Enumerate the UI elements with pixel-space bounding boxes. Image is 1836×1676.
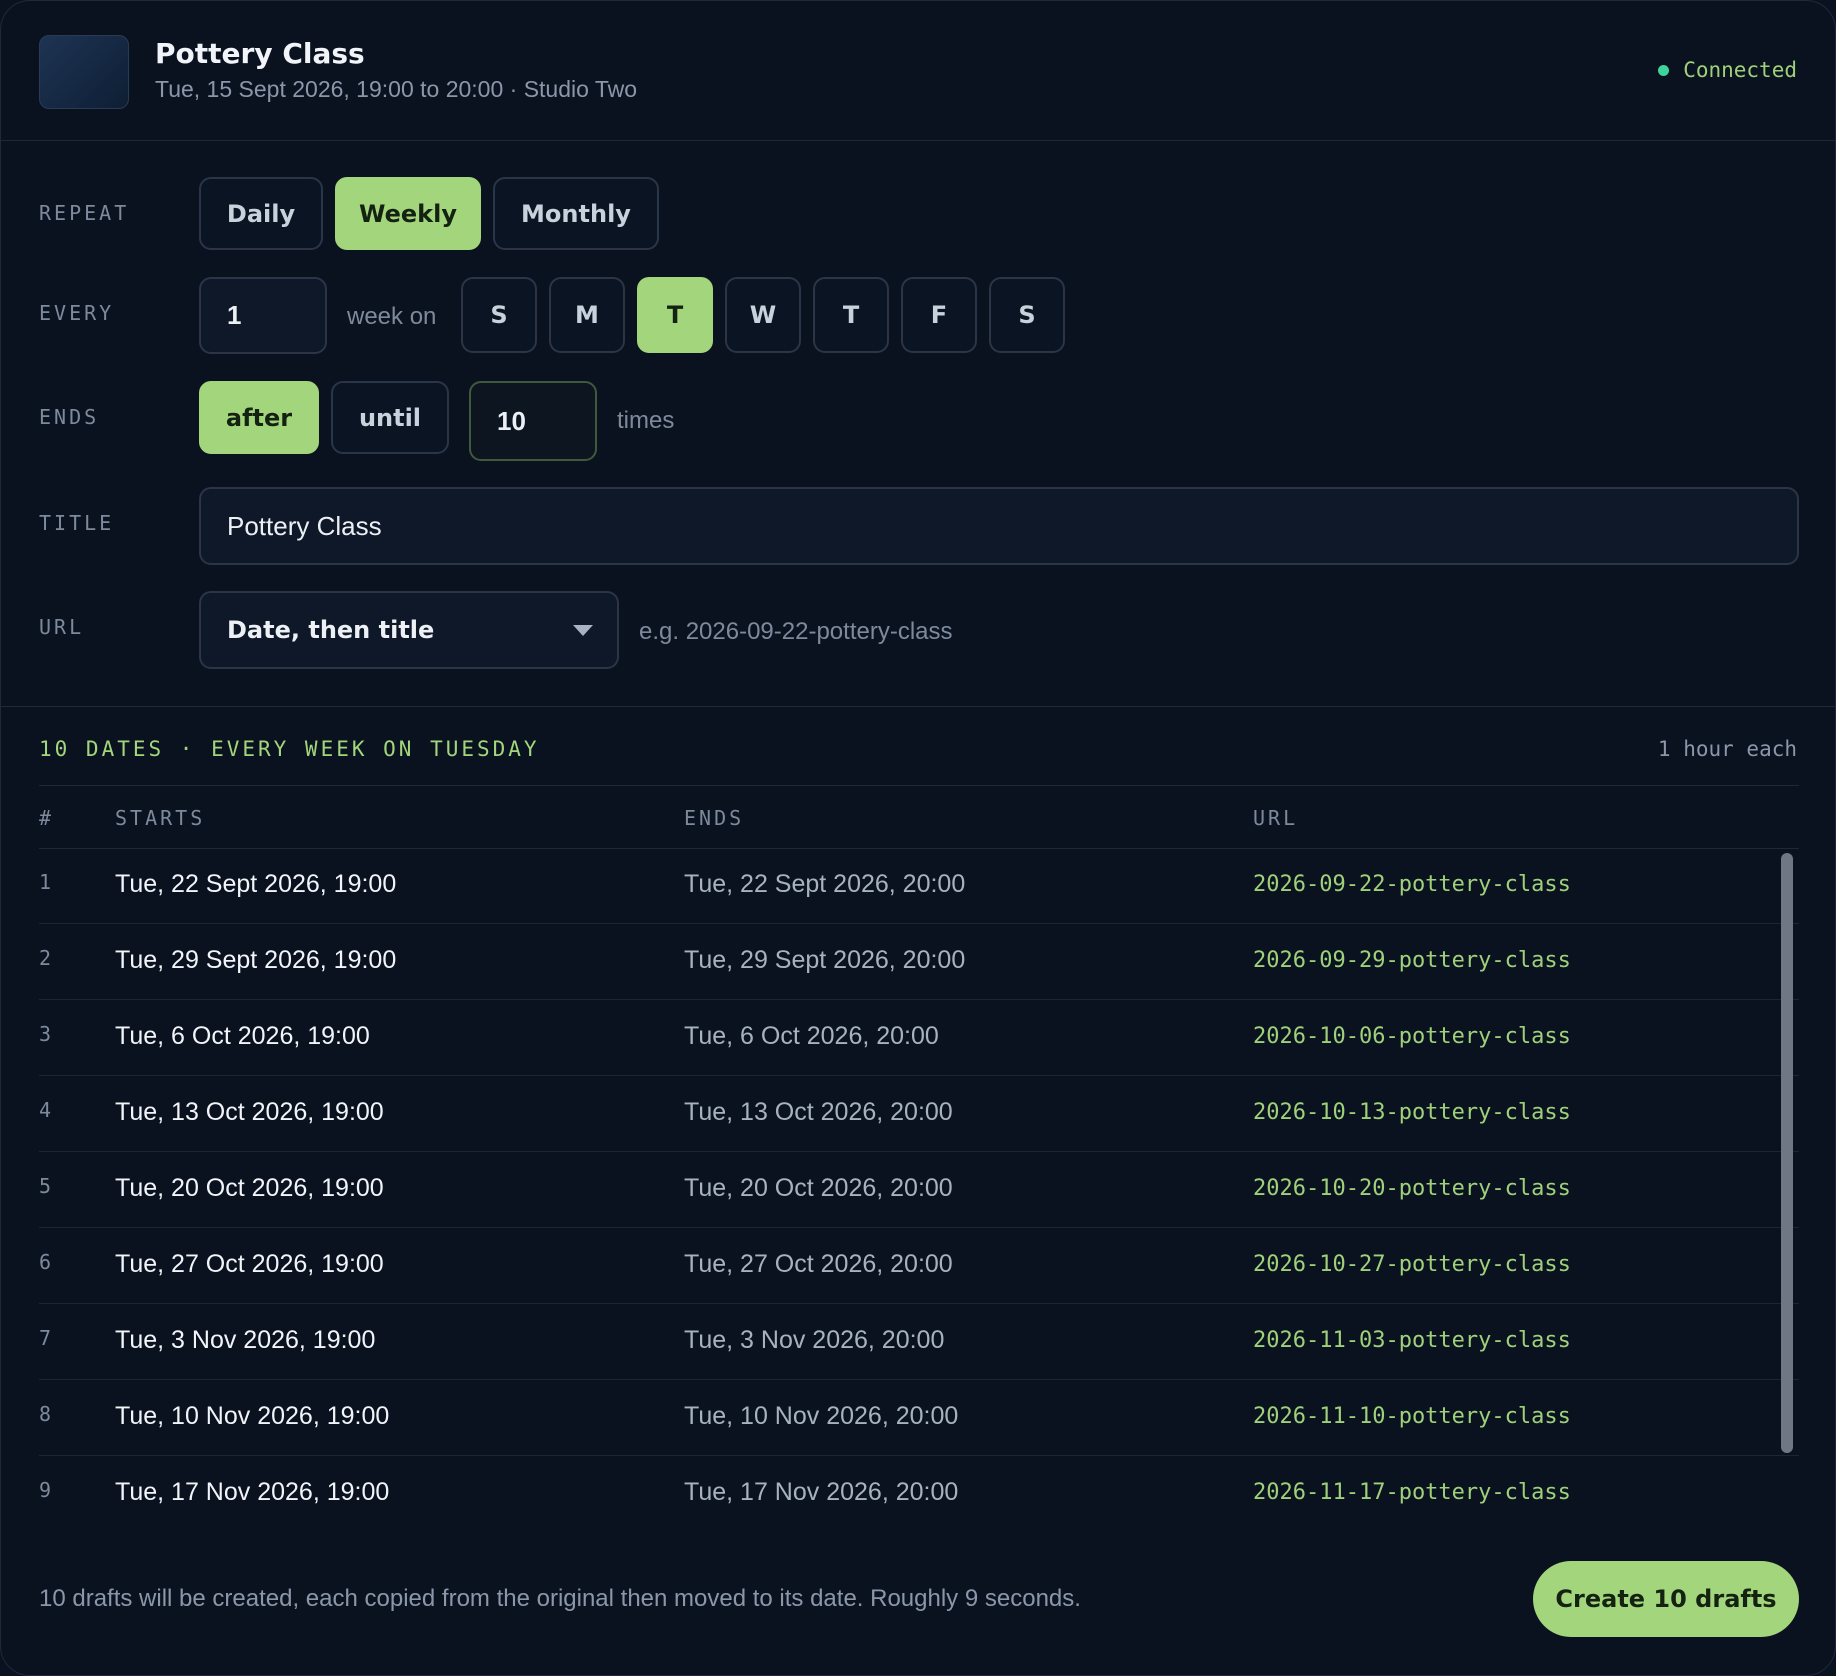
row-number: 4 [39,1098,52,1122]
day-tuesday-button[interactable]: T [637,277,713,353]
row-number: 6 [39,1250,52,1274]
event-subtitle: Tue, 15 Sept 2026, 19:00 to 20:00 · Stud… [155,76,638,102]
day-thursday-button[interactable]: T [813,277,889,353]
row-url: 2026-10-20-pottery-class [1253,1176,1571,1201]
row-start: Tue, 22 Sept 2026, 19:00 [115,870,397,898]
occurrence-suffix: times [617,407,675,434]
url-label: URL [39,615,85,639]
every-label: EVERY [39,301,115,325]
chevron-down-icon [573,625,593,636]
row-url: 2026-11-03-pottery-class [1253,1328,1571,1353]
footer-note: 10 drafts will be created, each copied f… [39,1585,1081,1612]
row-number: 7 [39,1326,52,1350]
row-start: Tue, 6 Oct 2026, 19:00 [115,1022,370,1050]
table-header: # STARTS ENDS URL [39,785,1799,849]
row-number: 5 [39,1174,52,1198]
ends-label: ENDS [39,405,100,429]
ends-after-button[interactable]: after [199,381,319,454]
col-header-ends: ENDS [684,806,745,830]
row-url: 2026-10-13-pottery-class [1253,1100,1571,1125]
ends-until-button[interactable]: until [331,381,449,454]
day-monday-button[interactable]: M [549,277,625,353]
duration-summary: 1 hour each [1657,737,1797,761]
table-row: 6 Tue, 27 Oct 2026, 19:00 Tue, 27 Oct 20… [39,1228,1799,1304]
table-row: 3 Tue, 6 Oct 2026, 19:00 Tue, 6 Oct 2026… [39,1000,1799,1076]
day-wednesday-button[interactable]: W [725,277,801,353]
row-number: 9 [39,1478,52,1502]
url-format-value: Date, then title [227,616,435,644]
event-thumbnail [39,35,129,109]
row-end: Tue, 13 Oct 2026, 20:00 [684,1098,953,1126]
row-start: Tue, 13 Oct 2026, 19:00 [115,1098,384,1126]
row-url: 2026-09-29-pottery-class [1253,948,1571,973]
section-divider [1,706,1835,707]
row-url: 2026-10-06-pottery-class [1253,1024,1571,1049]
repeat-monthly-button[interactable]: Monthly [493,177,659,250]
table-row: 5 Tue, 20 Oct 2026, 19:00 Tue, 20 Oct 20… [39,1152,1799,1228]
row-number: 2 [39,946,52,970]
table-row: 2 Tue, 29 Sept 2026, 19:00 Tue, 29 Sept … [39,924,1799,1000]
row-end: Tue, 17 Nov 2026, 20:00 [684,1478,959,1506]
table-row: 7 Tue, 3 Nov 2026, 19:00 Tue, 3 Nov 2026… [39,1304,1799,1380]
table-row: 1 Tue, 22 Sept 2026, 19:00 Tue, 22 Sept … [39,848,1799,924]
row-end: Tue, 29 Sept 2026, 20:00 [684,946,966,974]
day-sunday-button[interactable]: S [461,277,537,353]
row-start: Tue, 20 Oct 2026, 19:00 [115,1174,384,1202]
occurrence-count-input[interactable]: 10 [469,381,597,461]
row-start: Tue, 10 Nov 2026, 19:00 [115,1402,390,1430]
repeat-daily-button[interactable]: Daily [199,177,323,250]
col-header-starts: STARTS [115,806,206,830]
url-format-select[interactable]: Date, then title [199,591,619,669]
row-end: Tue, 20 Oct 2026, 20:00 [684,1174,953,1202]
url-example: e.g. 2026-09-22-pottery-class [639,618,953,645]
title-label: TITLE [39,511,115,535]
interval-input[interactable]: 1 [199,277,327,354]
day-friday-button[interactable]: F [901,277,977,353]
repeat-weekly-button[interactable]: Weekly [335,177,481,250]
row-number: 1 [39,870,52,894]
row-number: 3 [39,1022,52,1046]
row-start: Tue, 17 Nov 2026, 19:00 [115,1478,390,1506]
recurrence-panel: Pottery Class Tue, 15 Sept 2026, 19:00 t… [0,0,1836,1676]
create-drafts-button[interactable]: Create 10 drafts [1533,1561,1799,1637]
row-url: 2026-11-10-pottery-class [1253,1404,1571,1429]
col-header-number: # [39,806,55,830]
row-url: 2026-09-22-pottery-class [1253,872,1571,897]
dates-summary: 10 DATES · EVERY WEEK ON TUESDAY [39,737,540,761]
row-url: 2026-10-27-pottery-class [1253,1252,1571,1277]
table-row: 9 Tue, 17 Nov 2026, 19:00 Tue, 17 Nov 20… [39,1456,1799,1523]
row-start: Tue, 3 Nov 2026, 19:00 [115,1326,376,1354]
row-end: Tue, 3 Nov 2026, 20:00 [684,1326,945,1354]
table-body: 1 Tue, 22 Sept 2026, 19:00 Tue, 22 Sept … [39,848,1799,1523]
interval-unit-text: week on [347,303,437,330]
status-dot-icon [1658,64,1670,76]
day-saturday-button[interactable]: S [989,277,1065,353]
row-end: Tue, 6 Oct 2026, 20:00 [684,1022,939,1050]
table-row: 8 Tue, 10 Nov 2026, 19:00 Tue, 10 Nov 20… [39,1380,1799,1456]
col-header-url: URL [1253,806,1299,830]
table-scrollbar[interactable] [1781,853,1793,1453]
panel-header: Pottery Class Tue, 15 Sept 2026, 19:00 t… [1,1,1835,141]
table-row: 4 Tue, 13 Oct 2026, 19:00 Tue, 13 Oct 20… [39,1076,1799,1152]
event-title: Pottery Class [155,37,365,70]
row-end: Tue, 22 Sept 2026, 20:00 [684,870,966,898]
row-end: Tue, 10 Nov 2026, 20:00 [684,1402,959,1430]
row-start: Tue, 27 Oct 2026, 19:00 [115,1250,384,1278]
title-input[interactable]: Pottery Class [199,487,1799,565]
dates-table: # STARTS ENDS URL 1 Tue, 22 Sept 2026, 1… [39,785,1799,1523]
repeat-label: REPEAT [39,201,130,225]
row-url: 2026-11-17-pottery-class [1253,1480,1571,1505]
row-end: Tue, 27 Oct 2026, 20:00 [684,1250,953,1278]
connection-status: Connected [1658,58,1797,82]
row-number: 8 [39,1402,52,1426]
row-start: Tue, 29 Sept 2026, 19:00 [115,946,397,974]
status-label: Connected [1683,58,1797,82]
